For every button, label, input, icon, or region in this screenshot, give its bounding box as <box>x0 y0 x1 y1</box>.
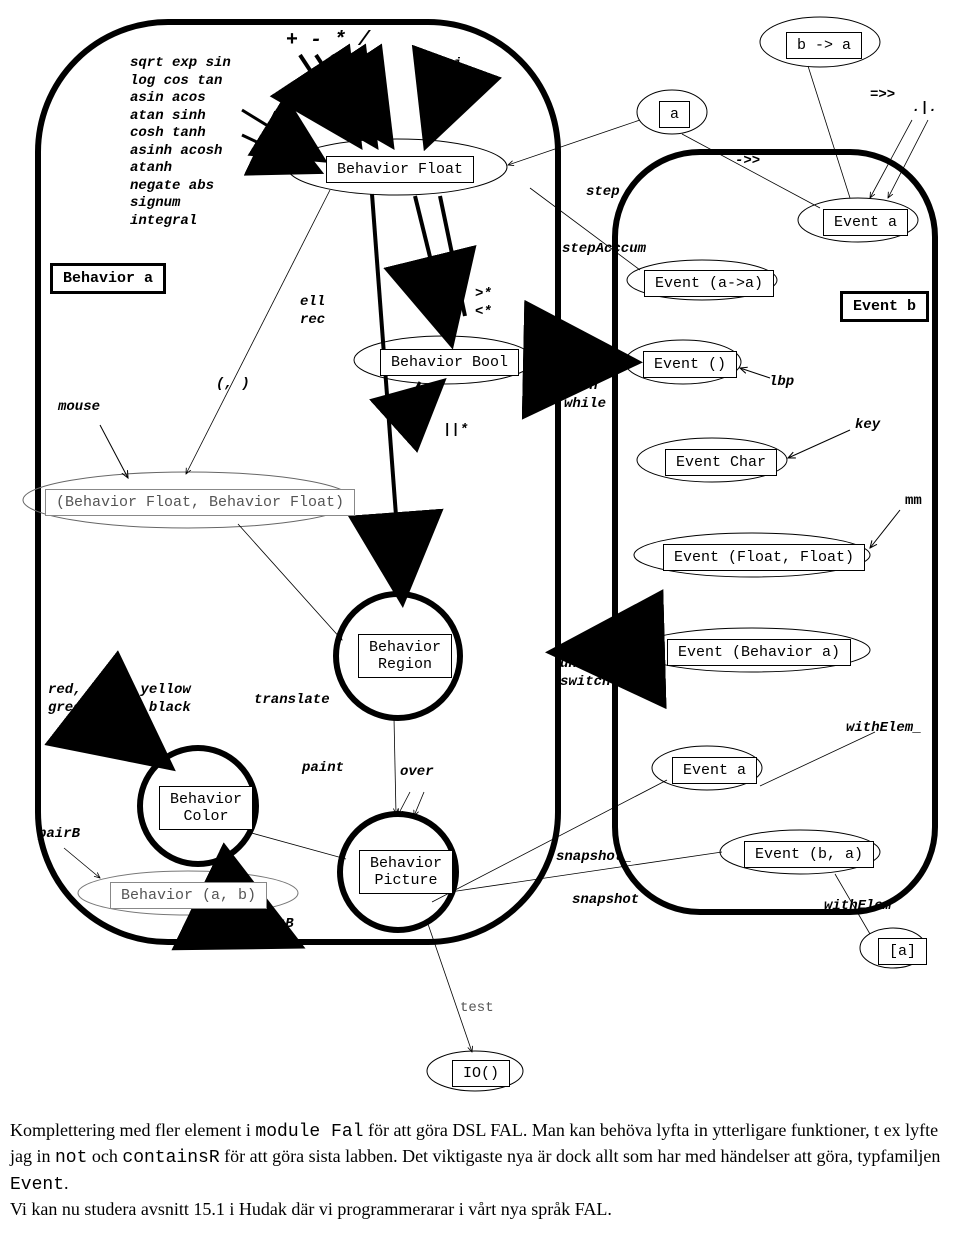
ell-rec-label: ell rec <box>300 294 325 329</box>
behavior-float-node: Behavior Float <box>326 156 474 183</box>
paint-label: paint <box>302 760 344 778</box>
translate-label: translate <box>254 692 330 710</box>
tuple-label: (, ) <box>216 376 250 394</box>
para-code-1: module Fal <box>255 1122 363 1142</box>
ops-label: + - * / <box>286 28 370 53</box>
cmp-label: >* <* <box>475 286 492 321</box>
a-node: a <box>659 101 690 128</box>
snapshot-label: snapshot <box>572 892 639 910</box>
para-text-5: . <box>64 1173 69 1193</box>
event-a2-node: Event a <box>672 757 757 784</box>
event-a-to-a-node: Event (a->a) <box>644 270 774 297</box>
event-floatfloat-node: Event (Float, Float) <box>663 544 865 571</box>
behavior-a-node: Behavior a <box>50 263 166 294</box>
when-while-label: when while <box>564 378 606 413</box>
stepaccum-label: stepAcccum <box>562 241 646 259</box>
lbp-label: lbp <box>769 374 794 392</box>
behavior-color-node: Behavior Color <box>159 786 253 830</box>
para-text-4: för att göra sista labben. Det viktigast… <box>220 1146 941 1166</box>
b-to-a-node: b -> a <box>786 32 862 59</box>
mm-label: mm <box>905 493 922 511</box>
body-paragraph: Komplettering med fler element i module … <box>10 1118 950 1221</box>
event-ba-node: Event (b, a) <box>744 841 874 868</box>
para-code-3: containsR <box>122 1148 219 1168</box>
behavior-picture-node: Behavior Picture <box>359 850 453 894</box>
fstB-sndB-label: fstB sndB <box>260 916 294 951</box>
boolops-label: &&* ||* <box>401 422 468 440</box>
para-text: Komplettering med fler element i <box>10 1120 255 1140</box>
test-label: test <box>460 1000 494 1018</box>
behavior-ab-node: Behavior (a, b) <box>110 882 267 909</box>
event-unit-node: Event () <box>643 351 737 378</box>
event-b-node: Event b <box>840 291 929 322</box>
para-text-6: Vi kan nu studera avsnitt 15.1 i Hudak d… <box>10 1199 612 1219</box>
event-behavior-a-node: Event (Behavior a) <box>667 639 851 666</box>
para-text-3: och <box>87 1146 122 1166</box>
colors-label: red, blue, yellow green white black <box>48 682 191 717</box>
withelem_-label: withElem_ <box>846 720 922 738</box>
event-char-node: Event Char <box>665 449 777 476</box>
snapshot_-label: snapshot_ <box>556 849 632 867</box>
pi-time-label: pi time <box>445 56 479 91</box>
key-label: key <box>855 417 880 435</box>
over-label: over <box>400 764 434 782</box>
fal-diagram: Behavior a Event b Behavior Float Behavi… <box>0 0 960 1100</box>
withelem-label: withElem <box>824 898 891 916</box>
behavior-float-pair-node: (Behavior Float, Behavior Float) <box>45 489 355 516</box>
behavior-region-node: Behavior Region <box>358 634 452 678</box>
event-a-node: Event a <box>823 209 908 236</box>
math-funcs-label: sqrt exp sin log cos tan asin acos atan … <box>130 55 231 230</box>
mouse-label: mouse <box>58 399 100 417</box>
untilb-switch-label: untilB switch <box>560 656 610 691</box>
para-code-4: Event <box>10 1175 64 1195</box>
behavior-bool-node: Behavior Bool <box>380 349 519 376</box>
pairB-label: pairB <box>38 826 80 844</box>
eq-arrow-label: =>> <box>870 87 895 105</box>
list-a-node: [a] <box>878 938 927 965</box>
step-label: step <box>586 184 620 202</box>
para-code-2: not <box>55 1148 87 1168</box>
io-node: IO() <box>452 1060 510 1087</box>
fwd-arrow-label: ->> <box>735 153 760 171</box>
dot-pipe-label: .|. <box>912 100 937 118</box>
